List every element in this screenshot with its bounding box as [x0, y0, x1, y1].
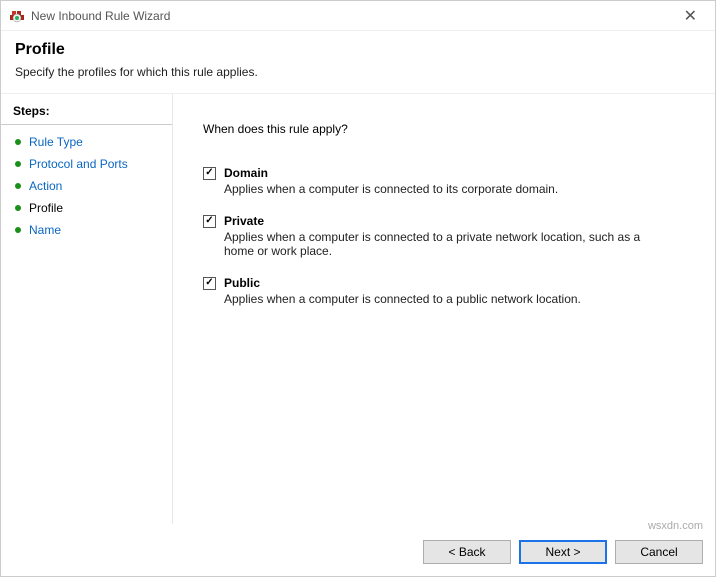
step-label: Protocol and Ports: [29, 157, 128, 171]
option-label: Public: [224, 276, 260, 290]
checkbox-domain[interactable]: ✓: [203, 167, 216, 180]
question-text: When does this rule apply?: [203, 122, 685, 136]
bullet-icon: [15, 139, 21, 145]
steps-sidebar: Steps: Rule Type Protocol and Ports Acti…: [1, 94, 173, 524]
checkbox-public[interactable]: ✓: [203, 277, 216, 290]
step-protocol-and-ports[interactable]: Protocol and Ports: [1, 153, 172, 175]
step-rule-type[interactable]: Rule Type: [1, 131, 172, 153]
step-label: Rule Type: [29, 135, 83, 149]
step-label: Action: [29, 179, 62, 193]
back-button[interactable]: < Back: [423, 540, 511, 564]
option-description: Applies when a computer is connected to …: [224, 292, 654, 306]
firewall-icon: [9, 8, 25, 24]
window-title: New Inbound Rule Wizard: [31, 9, 170, 23]
option-label: Private: [224, 214, 264, 228]
cancel-button[interactable]: Cancel: [615, 540, 703, 564]
watermark: wsxdn.com: [648, 520, 703, 532]
step-label: Name: [29, 223, 61, 237]
option-public: ✓ Public Applies when a computer is conn…: [203, 276, 685, 306]
bullet-icon: [15, 183, 21, 189]
content-pane: When does this rule apply? ✓ Domain Appl…: [173, 94, 715, 524]
bullet-icon: [15, 161, 21, 167]
option-label: Domain: [224, 166, 268, 180]
step-action[interactable]: Action: [1, 175, 172, 197]
option-private: ✓ Private Applies when a computer is con…: [203, 214, 685, 258]
option-domain: ✓ Domain Applies when a computer is conn…: [203, 166, 685, 196]
option-description: Applies when a computer is connected to …: [224, 230, 654, 258]
option-description: Applies when a computer is connected to …: [224, 182, 654, 196]
page-title: Profile: [15, 41, 701, 59]
titlebar: New Inbound Rule Wizard ✕: [1, 1, 715, 31]
checkbox-private[interactable]: ✓: [203, 215, 216, 228]
wizard-buttons: < Back Next > Cancel: [423, 540, 703, 564]
bullet-icon: [15, 205, 21, 211]
page-subtitle: Specify the profiles for which this rule…: [15, 65, 701, 79]
main-area: Steps: Rule Type Protocol and Ports Acti…: [1, 94, 715, 524]
bullet-icon: [15, 227, 21, 233]
step-label: Profile: [29, 201, 63, 215]
next-button[interactable]: Next >: [519, 540, 607, 564]
page-header: Profile Specify the profiles for which t…: [1, 31, 715, 94]
close-icon[interactable]: ✕: [674, 4, 707, 28]
step-profile[interactable]: Profile: [1, 197, 172, 219]
step-name[interactable]: Name: [1, 219, 172, 241]
steps-title: Steps:: [1, 100, 172, 125]
